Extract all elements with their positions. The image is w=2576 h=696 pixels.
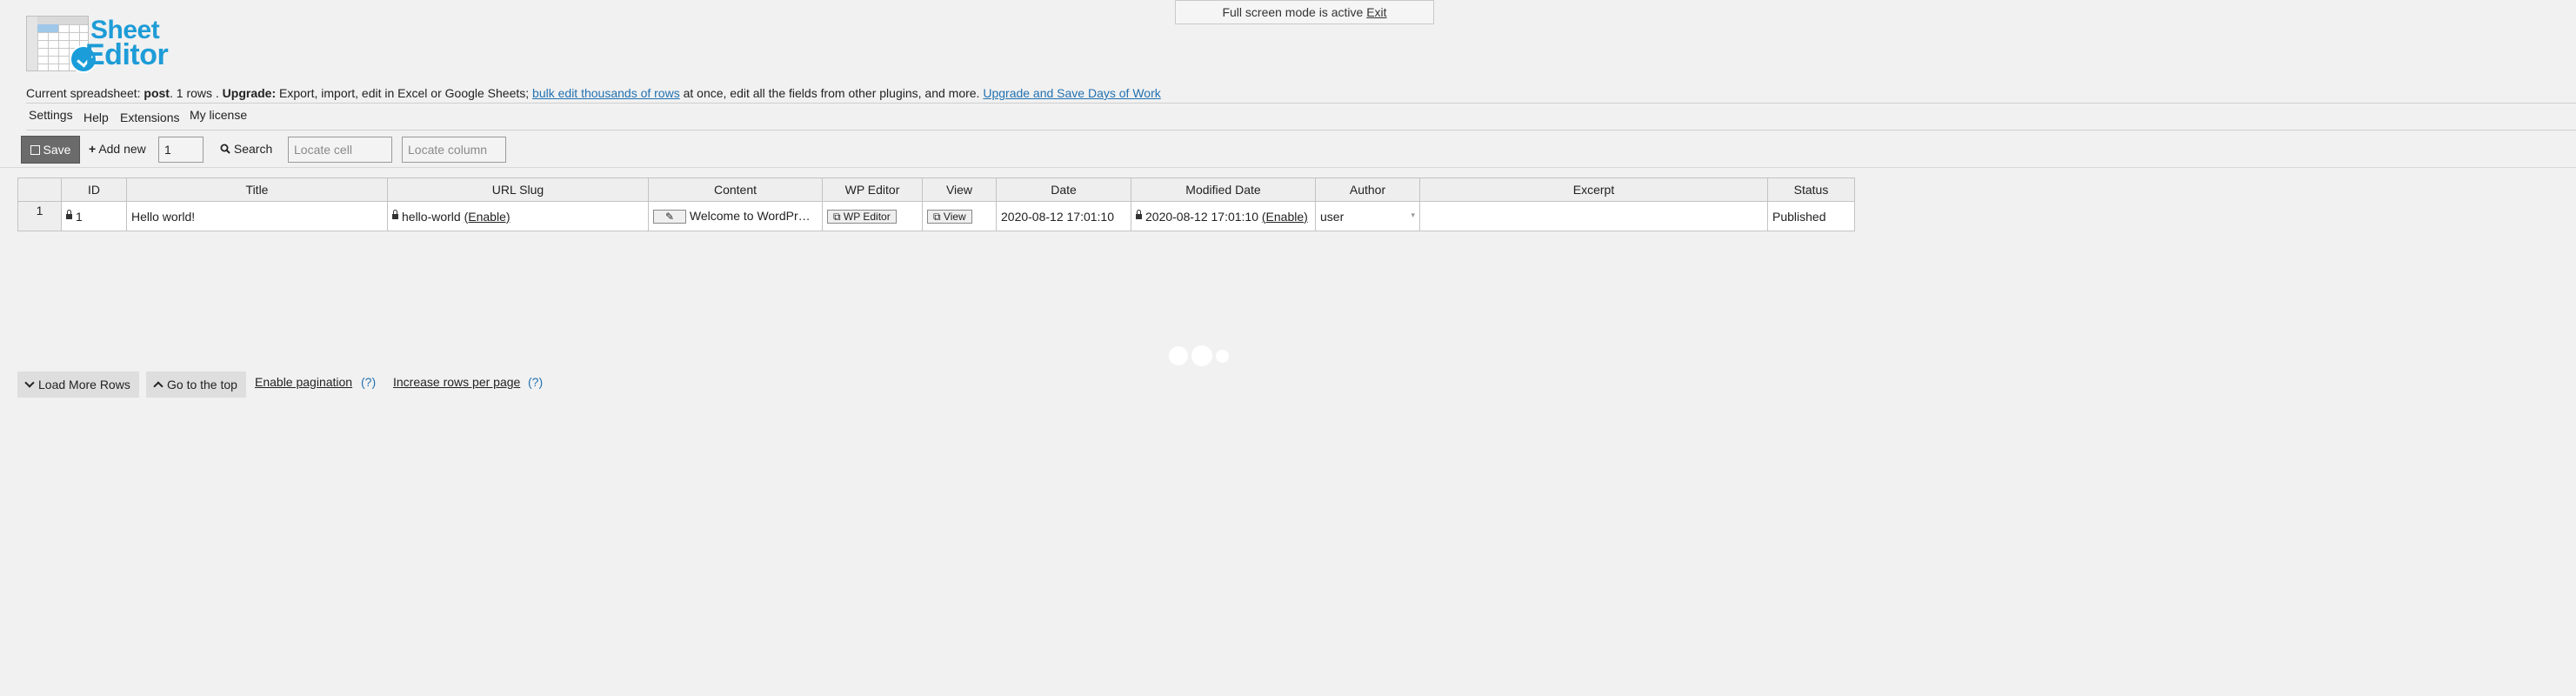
rows-help-link[interactable]: (?): [528, 375, 543, 389]
cell-date[interactable]: 2020-08-12 17:01:10: [996, 201, 1131, 231]
enable-modified-link[interactable]: (Enable): [1262, 210, 1308, 224]
spreadsheet-grid: ID Title URL Slug Content WP Editor View…: [17, 177, 1855, 231]
column-header-id[interactable]: ID: [61, 177, 127, 202]
wp-editor-button[interactable]: ⧉ WP Editor: [827, 210, 897, 224]
cell-author[interactable]: user ▾: [1315, 201, 1420, 231]
chevron-down-icon: [24, 378, 35, 388]
external-link-icon: ⧉: [933, 211, 941, 224]
column-header-title[interactable]: Title: [126, 177, 388, 202]
cell-modified-date[interactable]: 2020-08-12 17:01:10 (Enable): [1131, 201, 1316, 231]
search-icon: [220, 144, 230, 154]
go-to-top-button[interactable]: Go to the top: [146, 371, 246, 398]
cell-view[interactable]: ⧉ View: [922, 201, 997, 231]
fullscreen-text: Full screen mode is active: [1222, 5, 1364, 19]
table-row: 1 1 Hello world! hello-world (Enable) ✎ …: [17, 201, 1855, 231]
column-header-wp-editor[interactable]: WP Editor: [822, 177, 923, 202]
enable-slug-link[interactable]: (Enable): [464, 210, 511, 224]
bulk-edit-link[interactable]: bulk edit thousands of rows: [532, 86, 680, 100]
exit-fullscreen-link[interactable]: Exit: [1366, 5, 1386, 19]
cell-status[interactable]: Published: [1767, 201, 1855, 231]
menu-extensions[interactable]: Extensions: [120, 110, 179, 124]
lock-icon: [66, 209, 72, 219]
locate-cell-input[interactable]: [288, 137, 392, 163]
cell-wp-editor[interactable]: ⧉ WP Editor: [822, 201, 923, 231]
floppy-icon: [30, 145, 40, 155]
lock-icon: [392, 209, 398, 219]
sheet-editor-logo: Sheet Editor: [26, 16, 183, 75]
column-header-url-slug[interactable]: URL Slug: [387, 177, 649, 202]
add-new-button[interactable]: + Add new: [89, 142, 146, 156]
enable-pagination-link[interactable]: Enable pagination: [255, 375, 352, 389]
view-button[interactable]: ⧉ View: [927, 210, 972, 224]
divider: [26, 103, 2576, 104]
pagination-help-link[interactable]: (?): [361, 375, 376, 389]
corner-cell[interactable]: [17, 177, 62, 202]
save-button[interactable]: Save: [21, 136, 80, 164]
column-header-view[interactable]: View: [922, 177, 997, 202]
logo-wordmark: Sheet Editor: [85, 16, 169, 71]
column-header-date[interactable]: Date: [996, 177, 1131, 202]
menu-settings[interactable]: Settings: [29, 108, 73, 122]
menu-help[interactable]: Help: [83, 110, 109, 124]
cell-id[interactable]: 1: [61, 201, 127, 231]
menu-my-license[interactable]: My license: [190, 108, 247, 122]
cell-title[interactable]: Hello world!: [126, 201, 388, 231]
column-header-author[interactable]: Author: [1315, 177, 1420, 202]
add-count-input[interactable]: [158, 137, 204, 163]
cell-url-slug[interactable]: hello-world (Enable): [387, 201, 649, 231]
column-header-excerpt[interactable]: Excerpt: [1419, 177, 1768, 202]
column-header-content[interactable]: Content: [648, 177, 823, 202]
column-header-modified-date[interactable]: Modified Date: [1131, 177, 1316, 202]
locate-column-input[interactable]: [402, 137, 506, 163]
row-number[interactable]: 1: [17, 201, 62, 231]
header-row: ID Title URL Slug Content WP Editor View…: [17, 177, 1855, 202]
upgrade-link[interactable]: Upgrade and Save Days of Work: [983, 86, 1160, 100]
edit-content-button[interactable]: ✎: [653, 210, 686, 224]
dropdown-arrow-icon[interactable]: ▾: [1411, 210, 1415, 220]
external-link-icon: ⧉: [833, 211, 841, 224]
cell-excerpt[interactable]: [1419, 201, 1768, 231]
search-button[interactable]: Search: [220, 142, 272, 156]
lock-icon: [1136, 209, 1142, 219]
chevron-up-icon: [153, 381, 164, 392]
spreadsheet-info: Current spreadsheet: post. 1 rows . Upgr…: [26, 86, 1161, 100]
load-more-rows-button[interactable]: Load More Rows: [17, 371, 139, 398]
cell-content[interactable]: ✎ Welcome to WordPr…: [648, 201, 823, 231]
post-type: post: [143, 86, 170, 100]
fullscreen-notice: Full screen mode is active Exit: [1175, 0, 1434, 24]
increase-rows-link[interactable]: Increase rows per page: [393, 375, 520, 389]
column-header-status[interactable]: Status: [1767, 177, 1855, 202]
plus-icon: +: [89, 142, 97, 156]
edit-icon: ✎: [664, 211, 675, 224]
